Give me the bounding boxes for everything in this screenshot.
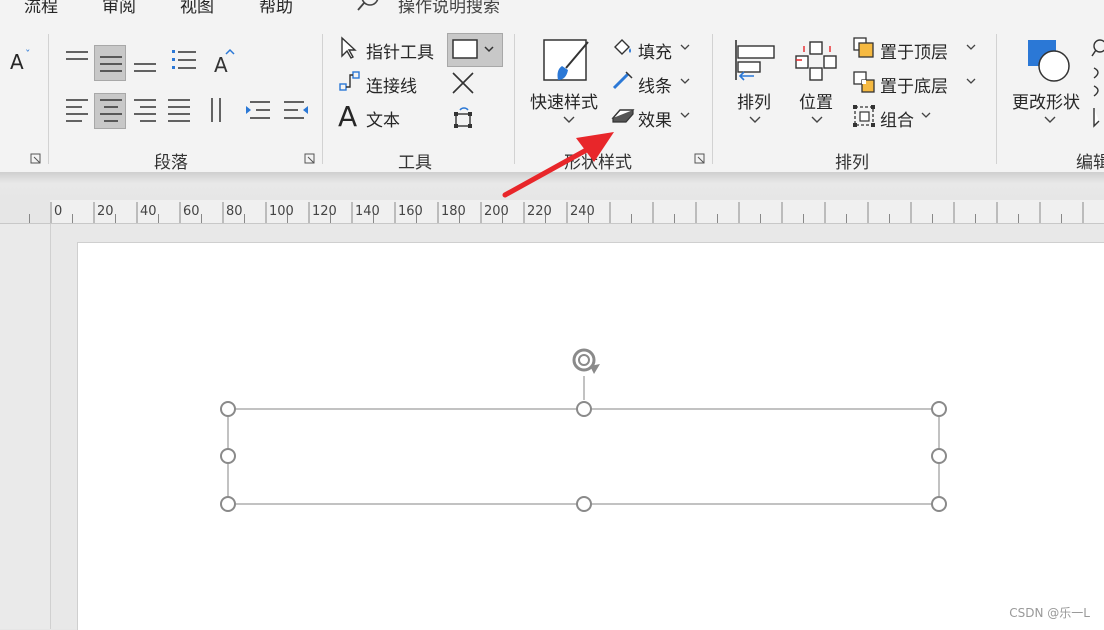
watermark: CSDN @乐一L	[1009, 606, 1090, 620]
annotation-arrow-icon	[502, 132, 614, 198]
